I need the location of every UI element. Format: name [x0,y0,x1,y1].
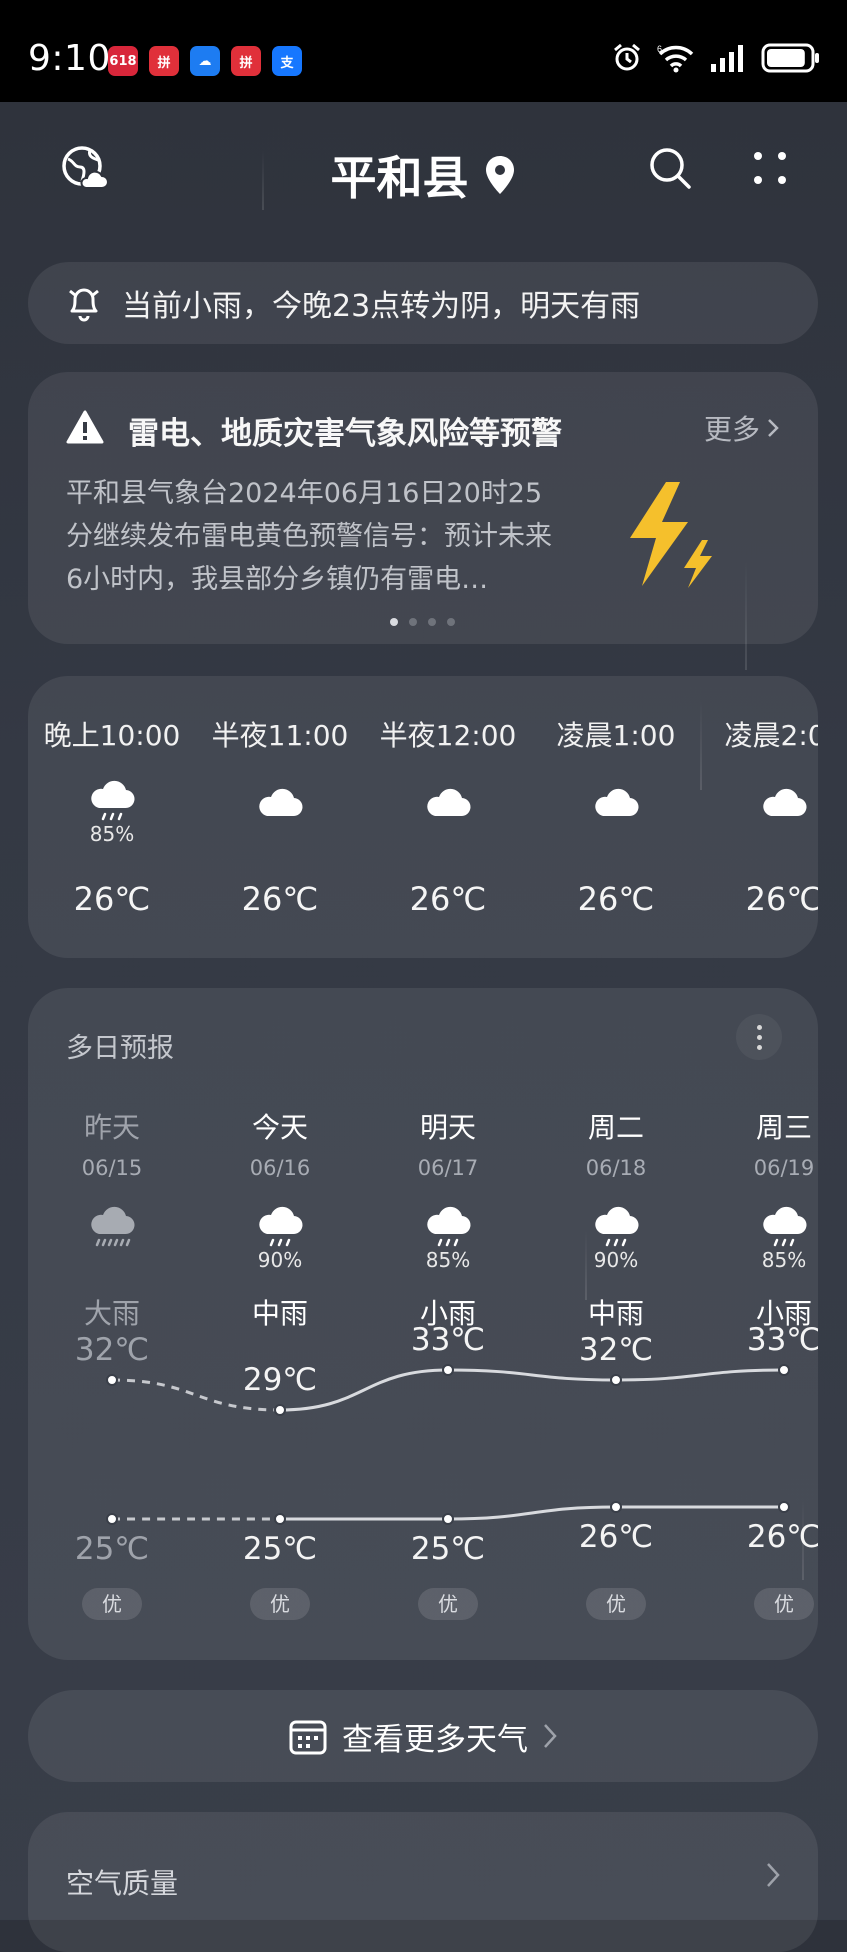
chevron-right-icon [544,1724,557,1748]
daily-item[interactable]: 明天 06/17 85% 小雨 [364,988,532,1660]
app-pdd-icon: 拼 [149,46,179,76]
air-quality-badge: 优 [418,1588,478,1620]
daily-item[interactable]: 周三 06/19 85% 小雨 [700,988,818,1660]
hourly-temperature: 26℃ [409,880,487,918]
hourly-time: 半夜11:00 [211,719,349,752]
search-icon[interactable] [647,145,693,191]
more-weather-button[interactable]: 查看更多天气 [28,1690,818,1782]
cloud-icon [757,776,811,828]
hourly-time: 半夜12:00 [379,719,517,752]
daily-date: 06/15 [81,1156,143,1180]
daily-precip-probability: 90% [593,1248,639,1272]
location-pin-icon [485,156,514,194]
heavy-rain-icon [85,1202,139,1254]
app-pdd-2-icon: 拼 [231,46,261,76]
weather-warning-card[interactable]: 雷电、地质灾害气象风险等预警 更多 平和县气象台2024年06月16日20时25… [28,372,818,644]
hourly-temperature: 26℃ [241,880,319,918]
hourly-time: 凌晨2:00 [724,719,818,752]
daily-condition: 中雨 [587,1297,644,1330]
chevron-right-icon [768,419,779,437]
bell-icon [69,288,99,322]
hourly-forecast-card[interactable]: 晚上10:00 85% 26℃ 半夜11:00 26℃ 半夜12:00 26℃ 凌晨1:00 2… [28,676,818,958]
daily-day-name: 周二 [587,1111,644,1144]
daily-precip-probability: 90% [257,1248,303,1272]
weather-notice-card[interactable]: 当前小雨，今晚23点转为阴，明天有雨 [28,262,818,344]
daily-day-name: 明天 [419,1111,476,1144]
hourly-item[interactable]: 晚上10:00 85% 26℃ [28,676,196,958]
warning-more-label: 更多 [703,413,760,446]
cloud-icon [421,776,475,828]
air-quality-badge: 优 [82,1588,142,1620]
daily-day-name: 今天 [251,1111,308,1144]
hourly-item[interactable]: 凌晨2:00 26℃ [700,676,818,958]
hourly-time: 晚上10:00 [43,719,181,752]
daily-date: 06/16 [249,1156,311,1180]
air-quality-title: 空气质量 [66,1867,179,1900]
wifi-icon: 6 [657,44,694,73]
rain-cloud-icon [589,1202,643,1254]
page-dot [390,618,398,626]
app-weather-icon: ☁ [190,46,220,76]
more-weather-label: 查看更多天气 [342,1721,528,1758]
daily-day-name: 周三 [755,1111,812,1144]
rain-cloud-icon [253,1202,307,1254]
city-name: 平和县 [330,151,469,205]
chevron-right-icon [767,1863,780,1887]
hourly-temperature: 26℃ [577,880,655,918]
air-quality-badge: 优 [586,1588,646,1620]
page-dot [409,618,417,626]
signal-icon [711,45,743,72]
daily-date: 06/17 [417,1156,479,1180]
app-alipay-icon: 支 [272,46,302,76]
hourly-item[interactable]: 半夜12:00 26℃ [364,676,532,958]
status-time: 9:10 [28,38,111,79]
notification-app-icons: 618 拼 ☁ 拼支 [108,46,302,76]
more-menu-icon[interactable] [750,148,790,188]
status-bar: 9:10 618 拼 ☁ 拼支 6 [0,0,847,102]
daily-item[interactable]: 周二 06/18 90% 中雨 [532,988,700,1660]
hourly-temperature: 26℃ [745,880,818,918]
daily-condition: 中雨 [251,1297,308,1330]
hourly-item[interactable]: 半夜11:00 26℃ [196,676,364,958]
cloud-icon [253,776,307,828]
battery-icon [761,43,819,73]
lightning-icon [630,482,712,588]
city-title[interactable]: 平和县 [0,142,847,208]
daily-item[interactable]: 今天 06/16 90% 中雨 [196,988,364,1660]
daily-condition: 小雨 [755,1297,812,1330]
daily-condition: 大雨 [83,1297,140,1330]
app-pdd-618-icon: 618 [108,46,138,76]
hourly-time: 凌晨1:00 [556,719,676,752]
notice-text: 当前小雨，今晚23点转为阴，明天有雨 [122,289,641,324]
daily-precip-probability: 85% [761,1248,807,1272]
warning-more-link[interactable]: 更多 [704,408,780,448]
svg-text:6: 6 [657,44,662,54]
daily-precip-probability: 85% [425,1248,471,1272]
rain-cloud-icon [757,1202,811,1254]
air-quality-card[interactable]: 空气质量 [28,1812,818,1952]
rain-cloud-icon [421,1202,475,1254]
warning-page-indicator [390,618,455,626]
rain-cloud-icon [85,776,139,828]
hourly-precip-probability: 85% [89,822,135,846]
alarm-icon [614,43,640,71]
daily-forecast-card[interactable]: 多日预报 32℃ 25℃ 29℃ 25℃ 33℃ 25℃ 32℃ 26℃ 33℃ 26℃ 昨天 06… [28,988,818,1660]
status-indicators: 6 [611,42,821,74]
hourly-temperature: 26℃ [73,880,151,918]
daily-day-name: 昨天 [83,1111,140,1144]
air-quality-badge: 优 [250,1588,310,1620]
daily-date: 06/18 [585,1156,647,1180]
air-quality-badge: 优 [754,1588,814,1620]
warning-title: 雷电、地质灾害气象风险等预警 [128,416,562,452]
page-dot [447,618,455,626]
daily-condition: 小雨 [419,1297,476,1330]
warning-triangle-icon [66,410,104,444]
cloud-icon [589,776,643,828]
page-dot [428,618,436,626]
hourly-item[interactable]: 凌晨1:00 26℃ [532,676,700,958]
warning-body: 平和县气象台2024年06月16日20时25分继续发布雷电黄色预警信号：预计未来… [66,478,552,595]
calendar-icon [289,1720,327,1755]
daily-date: 06/19 [753,1156,815,1180]
daily-item[interactable]: 昨天 06/15 大雨 [28,988,196,1660]
